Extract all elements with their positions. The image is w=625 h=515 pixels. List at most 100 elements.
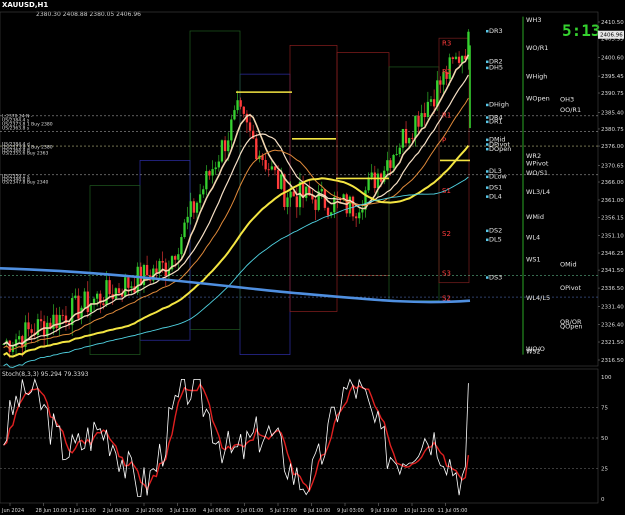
candle-body: [333, 197, 336, 213]
candle-body: [183, 222, 186, 238]
candle-body: [270, 166, 274, 170]
price-axis-label: 2361.00: [601, 198, 624, 204]
candle-body: [102, 303, 105, 306]
candle-body: [24, 322, 27, 347]
time-axis-label: 28 Jun 10:00: [36, 508, 68, 514]
daily-pivot-label: DS2: [489, 227, 502, 235]
weekly-pivot-label: WL4: [526, 233, 540, 241]
chart-window[interactable]: XAUUSD,H1 2380.30 2408.88 2380.05 2406.9…: [0, 0, 625, 515]
daily-pivot-label: DL4: [489, 192, 502, 200]
stoch-axis-label: 0: [601, 497, 605, 503]
daily-pivot-label: DR3: [489, 27, 503, 35]
candle-body: [354, 216, 358, 219]
candle-body: [389, 160, 392, 168]
candle-body: [398, 147, 401, 155]
candle-body: [320, 189, 323, 192]
current-price-text: 2406.96: [600, 33, 623, 39]
price-axis-label: 2351.10: [601, 234, 624, 240]
candle-body: [358, 212, 361, 219]
candle-body: [192, 201, 196, 213]
session-letter: S3: [442, 270, 451, 278]
time-axis-label: 5 Jul 17:00: [270, 508, 297, 514]
candle-body: [420, 113, 423, 127]
weekly-pivot-label: WOpen: [526, 95, 550, 103]
daily-pivot-label: DLow: [489, 173, 507, 181]
daily-pivot-label: DOpen: [489, 145, 511, 153]
candle-body: [227, 140, 230, 152]
candle-body: [451, 57, 454, 59]
stoch-axis-label: 50: [601, 436, 608, 442]
candle-body: [127, 277, 130, 288]
time-axis-label: 3 Jul 13:00: [170, 508, 197, 514]
candle-body: [96, 293, 99, 299]
candle-body: [27, 322, 30, 330]
candle-body: [439, 80, 442, 85]
weekly-pivot-label: WL3/L4: [526, 188, 550, 196]
candle-body: [367, 177, 370, 191]
price-axis-label: 2390.75: [601, 91, 624, 97]
candle-body: [436, 80, 439, 107]
time-axis-label: 11 Jul 05:00: [438, 508, 468, 514]
price-axis-label: 2316.50: [601, 358, 624, 364]
candle-body: [39, 319, 43, 322]
candle-body: [174, 256, 177, 260]
candle-body: [348, 196, 352, 214]
price-axis-label: 2385.40: [601, 110, 624, 116]
other-pivot-label: QOpen: [560, 323, 582, 331]
stoch-axis-label: 25: [601, 467, 608, 473]
candle-body: [370, 172, 373, 178]
candle-body: [136, 266, 139, 293]
candle-body: [423, 113, 426, 118]
candle-body: [361, 209, 364, 213]
candle-body: [202, 189, 205, 195]
price-axis-label: 2326.40: [601, 322, 624, 328]
session-letter: S2: [442, 230, 451, 238]
candle-body: [208, 171, 211, 176]
time-axis-label: Jun 2024: [1, 508, 24, 514]
candle-body: [411, 137, 414, 139]
price-axis-label: 2336.50: [601, 286, 624, 292]
time-axis-label: 10 Jul 12:00: [404, 508, 434, 514]
price-axis-label: 2370.65: [601, 163, 624, 169]
price-axis-label: 2395.45: [601, 74, 624, 80]
price-axis-label: 2380.75: [601, 127, 624, 133]
candle-body: [124, 277, 127, 297]
candle-body: [214, 167, 217, 170]
candle-body: [286, 197, 289, 207]
candle-body: [21, 336, 24, 347]
stoch-axis-label: 100: [601, 375, 612, 381]
candle-body: [457, 56, 461, 63]
candle-body: [108, 280, 111, 295]
time-axis-label: 2 Jul 04:00: [103, 508, 130, 514]
candle-body: [18, 336, 21, 340]
candle-body: [61, 314, 64, 316]
level-label: US/2355.6 Buy 2363: [2, 150, 48, 156]
candle-body: [289, 191, 292, 198]
price-axis-label: 2410.50: [601, 20, 624, 26]
candle-body: [230, 119, 233, 141]
candle-body: [267, 169, 270, 171]
candle-body: [58, 314, 61, 329]
candle-body: [351, 196, 355, 217]
candle-body: [314, 199, 317, 210]
level-label: US/2347.8 Buy 2340: [2, 179, 48, 185]
candle-body: [276, 170, 280, 189]
candle-body: [408, 137, 411, 144]
price-chart[interactable]: 2410.502405.952400.602395.452390.752385.…: [0, 0, 625, 515]
candle-body: [130, 286, 133, 288]
time-axis-label: 5 Jul 01:00: [237, 508, 264, 514]
candle-body: [198, 194, 202, 203]
candle-body: [105, 280, 108, 306]
price-axis-label: 2376.00: [601, 144, 624, 150]
candle-body: [242, 106, 245, 114]
candle-body: [273, 166, 277, 171]
other-pivot-label: OH3: [560, 95, 574, 103]
weekly-pivot-label: WS2: [526, 348, 541, 356]
pivot-box: [336, 52, 390, 276]
price-axis-label: 2366.00: [601, 180, 624, 186]
time-axis-label: 2 Jul 20:00: [136, 508, 163, 514]
weekly-pivot-label: WMid: [526, 213, 544, 221]
candle-body: [177, 254, 180, 260]
candle-body: [223, 140, 227, 152]
candle-body: [295, 196, 298, 208]
